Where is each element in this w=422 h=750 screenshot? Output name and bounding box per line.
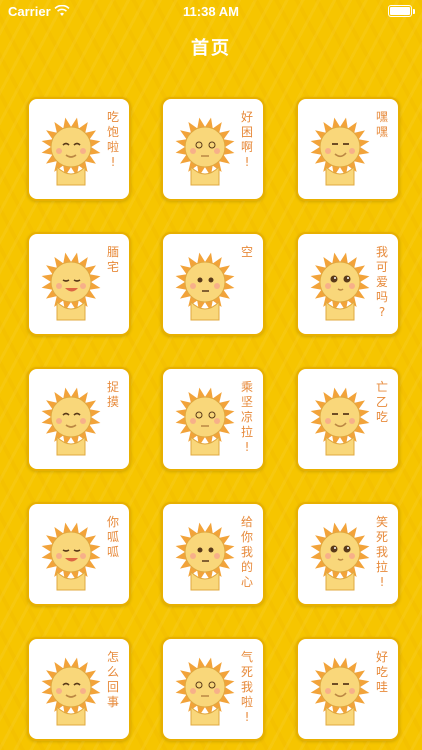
sticker-tile-2[interactable]: 好困啊! <box>161 97 265 201</box>
lion-sleepy-icon: 好困啊! <box>175 110 253 186</box>
svg-text:么: 么 <box>107 665 119 679</box>
sticker-tile-8[interactable]: 乘坚凉拉! <box>161 367 265 471</box>
svg-text:?: ? <box>379 305 385 319</box>
lion-watermelon-icon: 你呱呱 <box>41 515 119 591</box>
sticker-tile-12[interactable]: 笑死我拉! <box>296 502 400 606</box>
svg-text:好: 好 <box>376 650 388 664</box>
svg-text:凉: 凉 <box>241 409 253 424</box>
svg-text:坚: 坚 <box>241 395 253 409</box>
lion-smirk-icon: 嘿嘿 <box>310 110 388 186</box>
svg-text:你: 你 <box>241 530 253 544</box>
svg-text:亡: 亡 <box>376 380 388 394</box>
svg-text:!: ! <box>245 710 250 724</box>
lion-heart-icon: 给你我的心 <box>175 515 253 591</box>
lion-kiss-icon: 亡乙吃 <box>310 380 388 456</box>
svg-text:我: 我 <box>376 245 388 259</box>
svg-text:我: 我 <box>241 545 253 559</box>
svg-text:我: 我 <box>241 680 253 694</box>
svg-text:饱: 饱 <box>107 124 119 139</box>
svg-text:我: 我 <box>376 545 388 559</box>
sticker-grid: 吃饱啦! 好困啊! 嘿嘿 腼宅 空 我 可 爱 吗 ? 捉 摸 乘 坚 凉 拉 … <box>0 0 422 750</box>
lion-angry-icon: 气死我啦! <box>175 649 253 726</box>
svg-text:死: 死 <box>376 530 388 544</box>
sticker-tile-1[interactable]: 吃饱啦! <box>27 97 131 201</box>
svg-text:嘿: 嘿 <box>376 125 388 139</box>
sticker-tile-15[interactable]: 好吃哇 <box>296 637 400 741</box>
svg-text:可: 可 <box>376 260 388 274</box>
svg-text:腼: 腼 <box>107 245 119 259</box>
svg-text:事: 事 <box>107 695 119 709</box>
lion-laugh-icon: 笑死我拉! <box>310 514 388 591</box>
svg-text:啊: 啊 <box>241 140 253 154</box>
sticker-tile-11[interactable]: 给你我的心 <box>161 502 265 606</box>
svg-text:!: ! <box>111 155 116 169</box>
svg-text:困: 困 <box>241 125 253 139</box>
svg-text:怎: 怎 <box>107 649 119 664</box>
svg-text:的: 的 <box>241 559 253 574</box>
svg-text:吃: 吃 <box>107 110 119 124</box>
lion-melon-icon: 好吃哇 <box>310 650 388 726</box>
svg-text:啦: 啦 <box>107 139 119 154</box>
lion-eating-icon: 吃饱啦! <box>41 110 119 186</box>
lion-blank-icon: 空 <box>175 245 253 321</box>
svg-text:摸: 摸 <box>107 395 119 409</box>
svg-text:给: 给 <box>241 515 253 529</box>
sticker-tile-6[interactable]: 我可爱吗? <box>296 232 400 336</box>
sticker-tile-10[interactable]: 你呱呱 <box>27 502 131 606</box>
svg-text:乘: 乘 <box>241 380 253 394</box>
sticker-tile-7[interactable]: 捉摸 <box>27 367 131 471</box>
svg-text:回: 回 <box>107 680 119 694</box>
svg-text:!: ! <box>380 575 385 589</box>
svg-text:啦: 啦 <box>241 694 253 709</box>
svg-text:爱: 爱 <box>376 275 388 289</box>
lion-cool-icon: 乘坚凉拉! <box>175 380 253 456</box>
svg-text:呱: 呱 <box>107 544 119 559</box>
svg-text:捉: 捉 <box>107 379 119 394</box>
svg-text:!: ! <box>245 155 250 169</box>
lion-dance-icon: 捉摸 <box>41 379 119 456</box>
svg-text:吃: 吃 <box>376 665 388 679</box>
sticker-tile-5[interactable]: 空 <box>161 232 265 336</box>
svg-text:笑: 笑 <box>376 514 388 529</box>
svg-text:空: 空 <box>241 245 253 259</box>
sticker-tile-9[interactable]: 亡乙吃 <box>296 367 400 471</box>
sticker-tile-13[interactable]: 怎么回事 <box>27 637 131 741</box>
svg-text:!: ! <box>245 440 250 454</box>
lion-cry-icon: 怎么回事 <box>41 649 119 726</box>
svg-text:心: 心 <box>241 575 253 589</box>
svg-text:乙: 乙 <box>376 395 388 409</box>
svg-text:吃: 吃 <box>376 410 388 424</box>
svg-text:吗: 吗 <box>376 290 388 304</box>
svg-text:嘿: 嘿 <box>376 110 388 124</box>
sticker-tile-3[interactable]: 嘿嘿 <box>296 97 400 201</box>
svg-text:好: 好 <box>241 110 253 124</box>
svg-text:拉: 拉 <box>241 424 253 439</box>
svg-text:拉: 拉 <box>376 559 388 574</box>
svg-text:气: 气 <box>241 649 253 664</box>
sticker-tile-4[interactable]: 腼宅 <box>27 232 131 336</box>
sticker-tile-14[interactable]: 气死我啦! <box>161 637 265 741</box>
svg-text:你: 你 <box>107 515 119 529</box>
svg-text:宅: 宅 <box>107 259 119 274</box>
lion-cute-icon: 我可爱吗? <box>310 245 388 321</box>
svg-text:哇: 哇 <box>376 680 388 694</box>
lion-shy-icon: 腼宅 <box>41 245 119 321</box>
svg-text:呱: 呱 <box>107 529 119 544</box>
svg-text:死: 死 <box>241 665 253 679</box>
